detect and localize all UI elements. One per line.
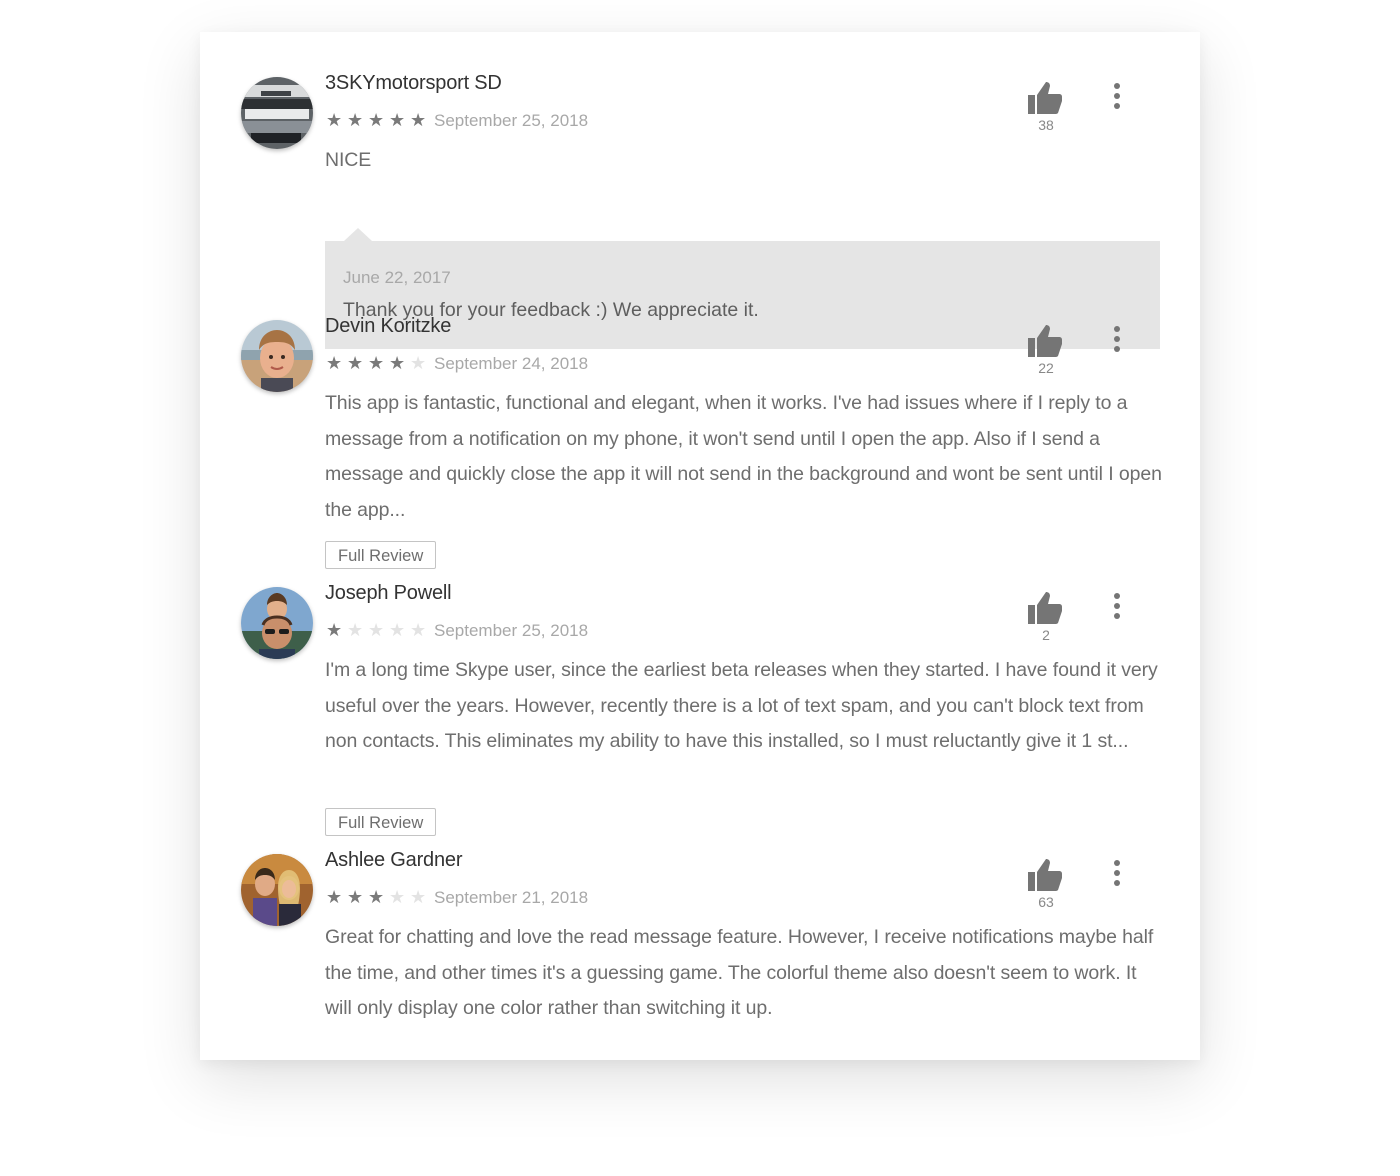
helpful-count: 38 [1038, 117, 1054, 133]
review-text: This app is fantastic, functional and el… [325, 392, 1162, 521]
more-vertical-icon[interactable] [1105, 324, 1129, 356]
review-author[interactable]: Ashlee Gardner [325, 849, 462, 872]
helpful-count: 2 [1042, 627, 1050, 643]
star-icon: ★ [347, 620, 364, 641]
review-text: I'm a long time Skype user, since the ea… [325, 659, 1158, 752]
star-icon: ★ [368, 887, 385, 908]
star-icon: ★ [389, 110, 406, 131]
star-icon: ★ [410, 110, 427, 131]
star-icon: ★ [410, 353, 427, 374]
star-rating: ★ ★ ★ ★ ★ [326, 620, 431, 642]
more-vertical-icon[interactable] [1105, 591, 1129, 623]
star-icon: ★ [389, 353, 406, 374]
star-rating: ★ ★ ★ ★ ★ [326, 110, 431, 132]
avatar[interactable] [241, 320, 313, 392]
star-icon: ★ [326, 110, 343, 131]
star-rating: ★ ★ ★ ★ ★ [326, 887, 431, 909]
rating-row: ★ ★ ★ ★ ★ September 21, 2018 [326, 887, 588, 909]
star-icon: ★ [368, 110, 385, 131]
rating-row: ★ ★ ★ ★ ★ September 25, 2018 [326, 620, 588, 642]
avatar[interactable] [241, 77, 313, 149]
star-icon: ★ [347, 353, 364, 374]
review-text: Great for chatting and love the read mes… [325, 926, 1154, 1019]
full-review-button[interactable]: Full Review [325, 541, 437, 569]
helpful-count: 22 [1038, 360, 1054, 376]
thumbs-up-icon[interactable] [1026, 857, 1066, 893]
avatar[interactable] [241, 587, 313, 659]
star-icon: ★ [368, 353, 385, 374]
star-icon: ★ [368, 620, 385, 641]
thumbs-up-icon[interactable] [1026, 590, 1066, 626]
avatar[interactable] [241, 854, 313, 926]
star-icon: ★ [347, 887, 364, 908]
star-icon: ★ [326, 353, 343, 374]
review-date: September 24, 2018 [434, 354, 589, 373]
full-review-button[interactable]: Full Review [325, 808, 437, 836]
review-date: September 21, 2018 [434, 888, 589, 907]
star-icon: ★ [389, 620, 406, 641]
reply-pointer [344, 228, 372, 241]
helpful-count: 63 [1038, 894, 1054, 910]
review-author[interactable]: Joseph Powell [325, 582, 452, 605]
reviews-card: 3SKYmotorsport SD ★ ★ ★ ★ ★ September 25, 20… [200, 32, 1200, 1060]
review-date: September 25, 2018 [434, 111, 589, 130]
review-date: September 25, 2018 [434, 621, 589, 640]
star-icon: ★ [326, 887, 343, 908]
star-icon: ★ [410, 620, 427, 641]
star-icon: ★ [347, 110, 364, 131]
review-author[interactable]: 3SKYmotorsport SD [325, 72, 502, 95]
thumbs-up-icon[interactable] [1026, 323, 1066, 359]
star-icon: ★ [326, 620, 343, 641]
star-icon: ★ [410, 887, 427, 908]
rating-row: ★ ★ ★ ★ ★ September 24, 2018 [326, 353, 588, 375]
more-vertical-icon[interactable] [1105, 858, 1129, 890]
review-author[interactable]: Devin Koritzke [325, 315, 451, 338]
star-rating: ★ ★ ★ ★ ★ [326, 353, 431, 375]
star-icon: ★ [389, 887, 406, 908]
rating-row: ★ ★ ★ ★ ★ September 25, 2018 [326, 110, 588, 132]
thumbs-up-icon[interactable] [1026, 80, 1066, 116]
more-vertical-icon[interactable] [1105, 81, 1129, 113]
reply-date: June 22, 2017 [343, 268, 451, 287]
review-text: NICE [325, 149, 372, 171]
